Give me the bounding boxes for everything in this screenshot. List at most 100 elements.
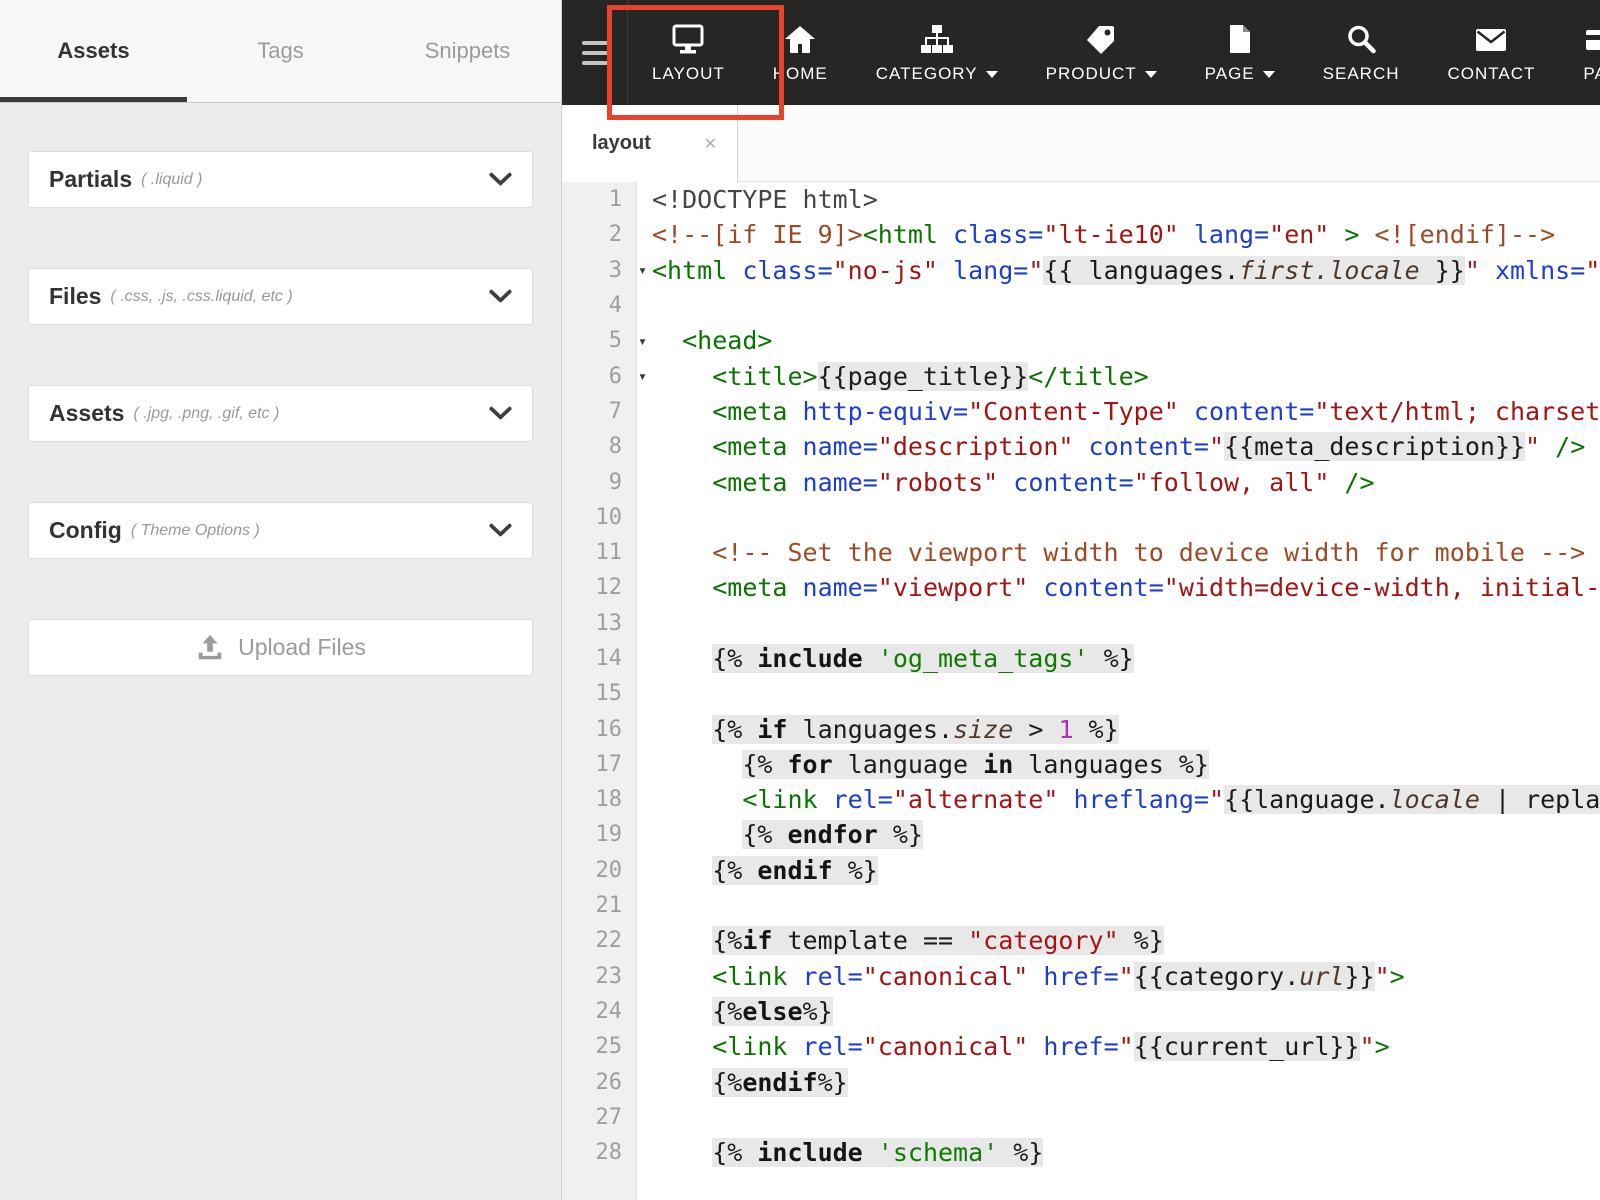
line-number: 8	[608, 434, 622, 460]
code-text: <!--[if IE 9]><html class="lt-ie10" lang…	[652, 220, 1556, 250]
sidebar-section-files[interactable]: Files ( .css, .js, .css.liquid, etc )	[28, 268, 533, 325]
code-lines: 1 <!DOCTYPE html> 2 <!--[if IE 9]><html cla…	[562, 182, 1600, 1170]
code-text: {% endif %}	[712, 855, 878, 885]
nav-item-label: CONTACT	[1447, 64, 1536, 83]
section-subtitle: ( .jpg, .png, .gif, etc )	[133, 404, 280, 422]
sidebar-sections: Partials ( .liquid ) Files ( .css, .js, .cs…	[0, 103, 561, 676]
code-line: 1 <!DOCTYPE html>	[562, 182, 1600, 217]
code-editor[interactable]: 1 <!DOCTYPE html> 2 <!--[if IE 9]><html cla…	[562, 182, 1600, 1200]
editor-tab-label: layout	[592, 132, 651, 154]
code-text: {% include 'og_meta_tags' %}	[712, 644, 1134, 673]
nav-item-label-row: CONTACT	[1448, 64, 1536, 84]
section-title: Partials	[49, 166, 133, 192]
chevron-down-icon	[1262, 70, 1275, 78]
hamburger-bar-icon	[581, 40, 608, 45]
line-number: 28	[595, 1140, 623, 1166]
code-text: {%if template == "category" %}	[712, 926, 1164, 956]
line-number: 16	[595, 716, 623, 742]
line-number: 21	[595, 893, 623, 919]
fold-marker-icon[interactable]: ▾	[638, 332, 647, 350]
nav-item-contact[interactable]: CONTACT	[1424, 0, 1560, 105]
code-line: 16 {% if languages.size > 1 %}	[562, 711, 1600, 746]
line-number: 23	[595, 963, 623, 989]
chevron-down-icon	[1144, 70, 1157, 78]
chevron-down-icon[interactable]	[489, 172, 512, 187]
code-text: {% if languages.size > 1 %}	[712, 714, 1119, 744]
line-number: 25	[595, 1034, 623, 1060]
envelope-icon	[1474, 21, 1508, 55]
section-title: Config	[49, 517, 122, 543]
upload-files-label: Upload Files	[238, 634, 366, 660]
code-line: 22 {%if template == "category" %}	[562, 923, 1600, 958]
line-number: 3 ▾	[608, 257, 647, 283]
section-title: Files	[49, 283, 102, 309]
code-text: <meta name="description" content="{{meta…	[712, 432, 1586, 462]
code-line: 8 <meta name="description" content="{{me…	[562, 429, 1600, 464]
sidebar-tab-assets[interactable]: Assets	[0, 0, 187, 102]
tab-close-icon[interactable]: ✕	[704, 134, 717, 154]
code-text: <link rel="canonical" href="{{current_ur…	[712, 1032, 1390, 1062]
hamburger-bar-icon	[581, 50, 608, 55]
line-number: 13	[595, 610, 623, 636]
page-icon	[1226, 21, 1254, 55]
line-number: 22	[595, 928, 623, 954]
chevron-down-icon[interactable]	[489, 406, 512, 421]
code-line: 12 <meta name="viewport" content="width=…	[562, 570, 1600, 605]
sidebar-tab-snippets[interactable]: Snippets	[374, 0, 561, 102]
nav-item-search[interactable]: SEARCH	[1299, 0, 1424, 105]
code-line: 18 <link rel="alternate" hreflang="{{lan…	[562, 782, 1600, 817]
line-number: 26	[595, 1069, 623, 1095]
sidebar-tab-tags[interactable]: Tags	[187, 0, 374, 102]
nav-item-home[interactable]: HOME	[749, 0, 852, 105]
code-text: <title>{{page_title}}</title>	[712, 361, 1149, 391]
code-line: 4	[562, 288, 1600, 323]
line-number: 20	[595, 857, 623, 883]
code-line: 28 {% include 'schema' %}	[562, 1135, 1600, 1170]
fold-marker-icon[interactable]: ▾	[638, 367, 647, 385]
hamburger-menu-button[interactable]	[562, 0, 628, 105]
fold-marker-icon[interactable]: ▾	[638, 261, 647, 279]
monitor-icon	[671, 21, 705, 55]
nav-item-label: HOME	[772, 64, 828, 83]
code-text: {% for language in languages %}	[742, 749, 1209, 779]
sitemap-icon	[919, 21, 955, 55]
nav-item-label: PAY	[1583, 64, 1600, 83]
line-number: 7	[608, 398, 622, 424]
hamburger-bar-icon	[581, 60, 608, 65]
sidebar-section-config[interactable]: Config ( Theme Options )	[28, 502, 533, 559]
top-navigation: LAYOUT HOME CATEGORY PRODUCT PAGE SEARCH CONTA…	[562, 0, 1600, 105]
nav-items: LAYOUT HOME CATEGORY PRODUCT PAGE SEARCH CONTA…	[628, 0, 1600, 105]
chevron-down-icon[interactable]	[489, 289, 512, 304]
chevron-down-icon[interactable]	[489, 523, 512, 538]
code-line: 19 {% endfor %}	[562, 817, 1600, 852]
code-line: 9 <meta name="robots" content="follow, a…	[562, 464, 1600, 499]
section-title: Assets	[49, 400, 125, 426]
code-line: 5 ▾ <head>	[562, 323, 1600, 358]
code-line: 21	[562, 888, 1600, 923]
code-text: <link rel="canonical" href="{{category.u…	[712, 961, 1405, 991]
nav-item-layout[interactable]: LAYOUT	[628, 0, 749, 105]
nav-item-product[interactable]: PRODUCT	[1022, 0, 1181, 105]
code-text: <meta name="robots" content="follow, all…	[712, 467, 1375, 497]
code-line: 23 <link rel="canonical" href="{{categor…	[562, 959, 1600, 994]
nav-item-label: LAYOUT	[652, 64, 725, 83]
line-number: 15	[595, 681, 623, 707]
nav-item-label-row: LAYOUT	[652, 64, 725, 84]
nav-item-pay[interactable]: PAY	[1559, 0, 1600, 105]
sidebar-section-partials[interactable]: Partials ( .liquid )	[28, 151, 533, 208]
nav-item-label-row: CATEGORY	[876, 64, 998, 84]
nav-item-label-row: SEARCH	[1323, 64, 1400, 84]
line-number: 2	[608, 222, 622, 248]
line-number: 12	[595, 575, 623, 601]
code-line: 26 {%endif%}	[562, 1064, 1600, 1099]
upload-files-button[interactable]: Upload Files	[28, 619, 533, 676]
line-number: 4	[608, 293, 622, 319]
nav-item-page[interactable]: PAGE	[1181, 0, 1299, 105]
line-number: 1	[608, 187, 622, 213]
nav-item-category[interactable]: CATEGORY	[852, 0, 1022, 105]
sidebar-section-assets[interactable]: Assets ( .jpg, .png, .gif, etc )	[28, 385, 533, 442]
nav-item-label-row: PRODUCT	[1046, 64, 1157, 84]
code-line: 7 <meta http-equiv="Content-Type" conten…	[562, 394, 1600, 429]
nav-item-label: PAGE	[1204, 64, 1255, 83]
editor-tab-layout[interactable]: layout ✕	[562, 105, 738, 182]
